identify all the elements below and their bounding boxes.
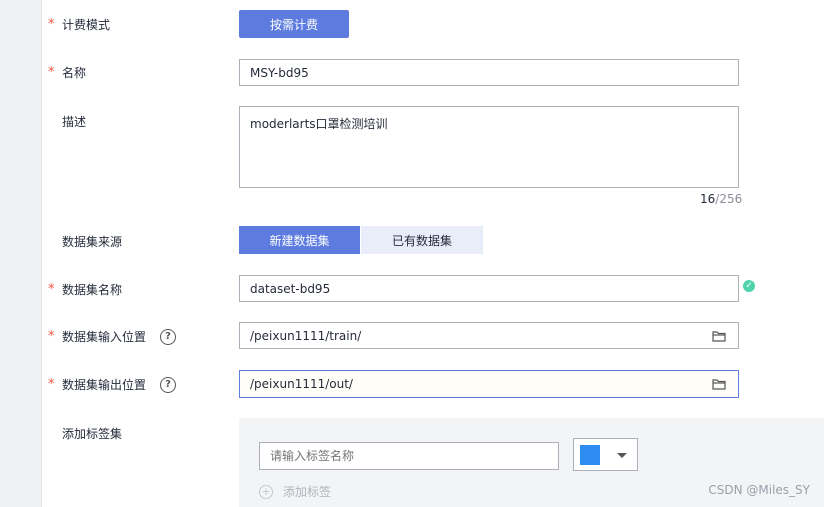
billing-mode-on-demand-button[interactable]: 按需计费 bbox=[239, 10, 349, 38]
existing-dataset-tab[interactable]: 已有数据集 bbox=[361, 226, 483, 254]
char-count: 16 bbox=[700, 192, 716, 206]
billing-mode-label: * 计费模式 bbox=[48, 16, 110, 33]
required-mark: * bbox=[48, 65, 55, 80]
required-mark: * bbox=[48, 377, 55, 392]
folder-icon[interactable] bbox=[712, 378, 726, 390]
output-location-field[interactable]: /peixun1111/out/ bbox=[239, 370, 739, 398]
help-icon[interactable]: ? bbox=[160, 376, 177, 393]
input-location-label-text: 数据集输入位置 bbox=[62, 330, 147, 344]
watermark: CSDN @Miles_SY bbox=[708, 483, 810, 497]
required-mark: * bbox=[48, 282, 55, 297]
billing-mode-label-text: 计费模式 bbox=[62, 18, 111, 32]
dataset-source-label-text: 数据集来源 bbox=[62, 235, 123, 249]
plus-circle-icon: + bbox=[259, 484, 273, 499]
name-label: * 名称 bbox=[48, 64, 86, 81]
label-color-picker[interactable] bbox=[573, 438, 638, 471]
description-textarea[interactable]: moderlarts口罩检测培训 bbox=[239, 106, 739, 188]
input-location-value: /peixun1111/train/ bbox=[250, 328, 362, 343]
add-label-button[interactable]: + 添加标签 bbox=[259, 483, 331, 500]
required-mark: * bbox=[48, 17, 55, 32]
name-input[interactable]: MSY-bd95 bbox=[239, 59, 739, 86]
required-mark: * bbox=[48, 329, 55, 344]
description-char-counter: 16/256 bbox=[700, 192, 742, 206]
description-label: 描述 bbox=[48, 113, 86, 130]
help-icon[interactable]: ? bbox=[160, 328, 177, 345]
dataset-name-label-text: 数据集名称 bbox=[62, 283, 123, 297]
input-location-label: * 数据集输入位置 ? bbox=[48, 328, 177, 345]
output-location-label: * 数据集输出位置 ? bbox=[48, 376, 177, 393]
caret-down-icon bbox=[617, 453, 627, 458]
dataset-name-label: * 数据集名称 bbox=[48, 281, 122, 298]
label-set-label: 添加标签集 bbox=[48, 425, 122, 442]
output-location-value: /peixun1111/out/ bbox=[250, 377, 353, 391]
name-label-text: 名称 bbox=[62, 66, 87, 80]
color-swatch bbox=[580, 445, 600, 465]
char-max: /256 bbox=[715, 192, 743, 206]
dataset-source-label: 数据集来源 bbox=[48, 233, 122, 250]
add-label-text: 添加标签 bbox=[283, 485, 332, 499]
output-location-label-text: 数据集输出位置 bbox=[62, 378, 147, 392]
description-label-text: 描述 bbox=[62, 115, 87, 129]
valid-check-icon: ✓ bbox=[743, 280, 755, 292]
label-set-label-text: 添加标签集 bbox=[62, 427, 123, 441]
folder-icon[interactable] bbox=[712, 330, 726, 342]
label-name-input[interactable] bbox=[259, 442, 559, 470]
dataset-name-input[interactable]: dataset-bd95 bbox=[239, 275, 739, 302]
input-location-field[interactable]: /peixun1111/train/ bbox=[239, 322, 739, 349]
new-dataset-tab[interactable]: 新建数据集 bbox=[239, 226, 360, 254]
